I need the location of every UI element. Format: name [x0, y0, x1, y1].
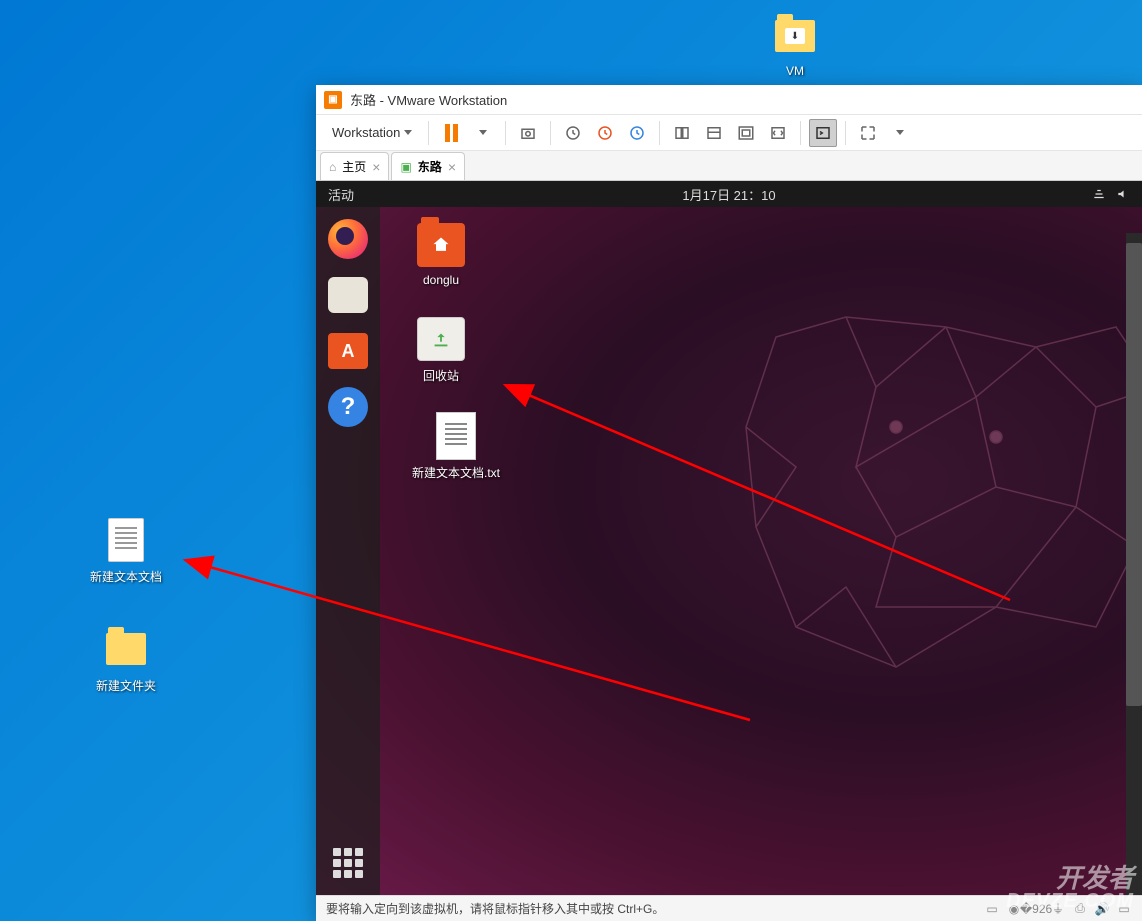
tab-label: 主页: [342, 158, 366, 175]
tab-label: 东路: [418, 158, 442, 175]
snapshot-manage-button[interactable]: [559, 119, 587, 147]
tab-vm[interactable]: ▣ 东路 ×: [391, 152, 465, 180]
clock-icon: [564, 124, 582, 142]
console-view-button[interactable]: [809, 119, 837, 147]
view-stretch-button[interactable]: [764, 119, 792, 147]
ubuntu-desktop[interactable]: ? donglu 回收站 新建文本文档.txt: [316, 207, 1142, 895]
ubuntu-text-file[interactable]: 新建文本文档.txt: [396, 414, 516, 481]
snapshot-take-button[interactable]: [623, 119, 651, 147]
view-console-button[interactable]: [700, 119, 728, 147]
chevron-down-icon: [896, 130, 904, 135]
menu-workstation[interactable]: Workstation: [324, 121, 420, 144]
fullscreen-dropdown-button[interactable]: [886, 119, 914, 147]
desktop-icon-vm-folder[interactable]: ⬇ VM: [755, 12, 835, 78]
divider: [505, 121, 506, 145]
volume-icon: [1116, 187, 1130, 201]
chevron-down-icon: [479, 130, 487, 135]
watermark-line2: DEVZE.COM: [1006, 891, 1134, 911]
clock-take-icon: [628, 124, 646, 142]
view-console-icon: [705, 124, 723, 142]
ubuntu-desktop-icons: donglu 回收站 新建文本文档.txt: [396, 223, 516, 481]
snapshot-button[interactable]: [514, 119, 542, 147]
desktop-icon-label: 新建文件夹: [96, 677, 156, 694]
divider: [845, 121, 846, 145]
view-stretch-icon: [769, 124, 787, 142]
tab-home[interactable]: ⌂ 主页 ×: [320, 152, 389, 180]
hdd-icon[interactable]: ▭: [984, 901, 1000, 917]
vmware-logo-icon: ▣: [324, 91, 342, 109]
folder-icon: ⬇: [771, 12, 819, 60]
ubuntu-dock: ?: [316, 207, 380, 895]
activities-button[interactable]: 活动: [328, 185, 354, 204]
scrollbar-thumb[interactable]: [1126, 243, 1142, 706]
watermark-line1: 开发者: [1056, 863, 1134, 893]
view-unity-icon: [737, 124, 755, 142]
view-single-icon: [673, 124, 691, 142]
desktop-icon-label: 新建文本文档: [90, 568, 162, 585]
ubuntu-trash[interactable]: 回收站: [396, 317, 486, 384]
trash-icon: [417, 317, 465, 361]
statusbar-hint: 要将输入定向到该虚拟机，请将鼠标指针移入其中或按 Ctrl+G。: [326, 900, 664, 917]
close-icon[interactable]: ×: [448, 159, 456, 175]
menu-workstation-label: Workstation: [332, 125, 400, 140]
desktop-icon-new-folder[interactable]: 新建文件夹: [86, 625, 166, 694]
view-single-button[interactable]: [668, 119, 696, 147]
help-icon: ?: [328, 387, 368, 427]
divider: [659, 121, 660, 145]
wallpaper-fossa-art: [696, 287, 1142, 737]
desktop-icon-text-doc[interactable]: 新建文本文档: [86, 516, 166, 585]
titlebar[interactable]: ▣ 东路 - VMware Workstation: [316, 85, 1142, 115]
software-center-icon: [328, 333, 368, 369]
view-unity-button[interactable]: [732, 119, 760, 147]
icon-label: donglu: [423, 273, 459, 287]
datetime[interactable]: 1月17日 21：10: [682, 185, 775, 204]
system-tray[interactable]: [1092, 187, 1130, 201]
divider: [800, 121, 801, 145]
vmware-window: ▣ 东路 - VMware Workstation Workstation ⌂: [316, 85, 1142, 921]
text-file-icon: [432, 414, 480, 458]
watermark: 开发者 DEVZE.COM: [1006, 865, 1134, 911]
home-folder-icon: [417, 223, 465, 267]
clock-revert-icon: [596, 124, 614, 142]
network-icon: [1092, 187, 1106, 201]
close-icon[interactable]: ×: [372, 159, 380, 175]
fullscreen-button[interactable]: [854, 119, 882, 147]
dock-firefox[interactable]: [324, 215, 372, 263]
window-title: 东路 - VMware Workstation: [350, 90, 507, 109]
pause-button[interactable]: [437, 119, 465, 147]
home-icon: ⌂: [329, 160, 336, 174]
menubar: Workstation: [316, 115, 1142, 151]
vm-viewport[interactable]: 活动 1月17日 21：10: [316, 181, 1142, 895]
snapshot-revert-button[interactable]: [591, 119, 619, 147]
dock-software[interactable]: [324, 327, 372, 375]
divider: [550, 121, 551, 145]
snapshot-icon: [519, 124, 537, 142]
pause-icon: [445, 124, 458, 142]
apps-grid-icon: [333, 848, 363, 878]
folder-icon: [102, 625, 150, 673]
firefox-icon: [328, 219, 368, 259]
icon-label: 新建文本文档.txt: [412, 464, 500, 481]
ubuntu-topbar: 活动 1月17日 21：10: [316, 181, 1142, 207]
dock-show-apps[interactable]: [324, 839, 372, 887]
desktop-icon-label: VM: [786, 64, 804, 78]
dock-help[interactable]: ?: [324, 383, 372, 431]
chevron-down-icon: [404, 130, 412, 135]
console-icon: [814, 124, 832, 142]
vm-icon: ▣: [400, 160, 411, 174]
fullscreen-icon: [859, 124, 877, 142]
divider: [428, 121, 429, 145]
dock-files[interactable]: [324, 271, 372, 319]
files-icon: [328, 277, 368, 313]
power-dropdown-button[interactable]: [469, 119, 497, 147]
ubuntu-home-folder[interactable]: donglu: [396, 223, 486, 287]
icon-label: 回收站: [423, 367, 459, 384]
text-file-icon: [102, 516, 150, 564]
tabbar: ⌂ 主页 × ▣ 东路 ×: [316, 151, 1142, 181]
vm-scrollbar[interactable]: [1126, 233, 1142, 895]
